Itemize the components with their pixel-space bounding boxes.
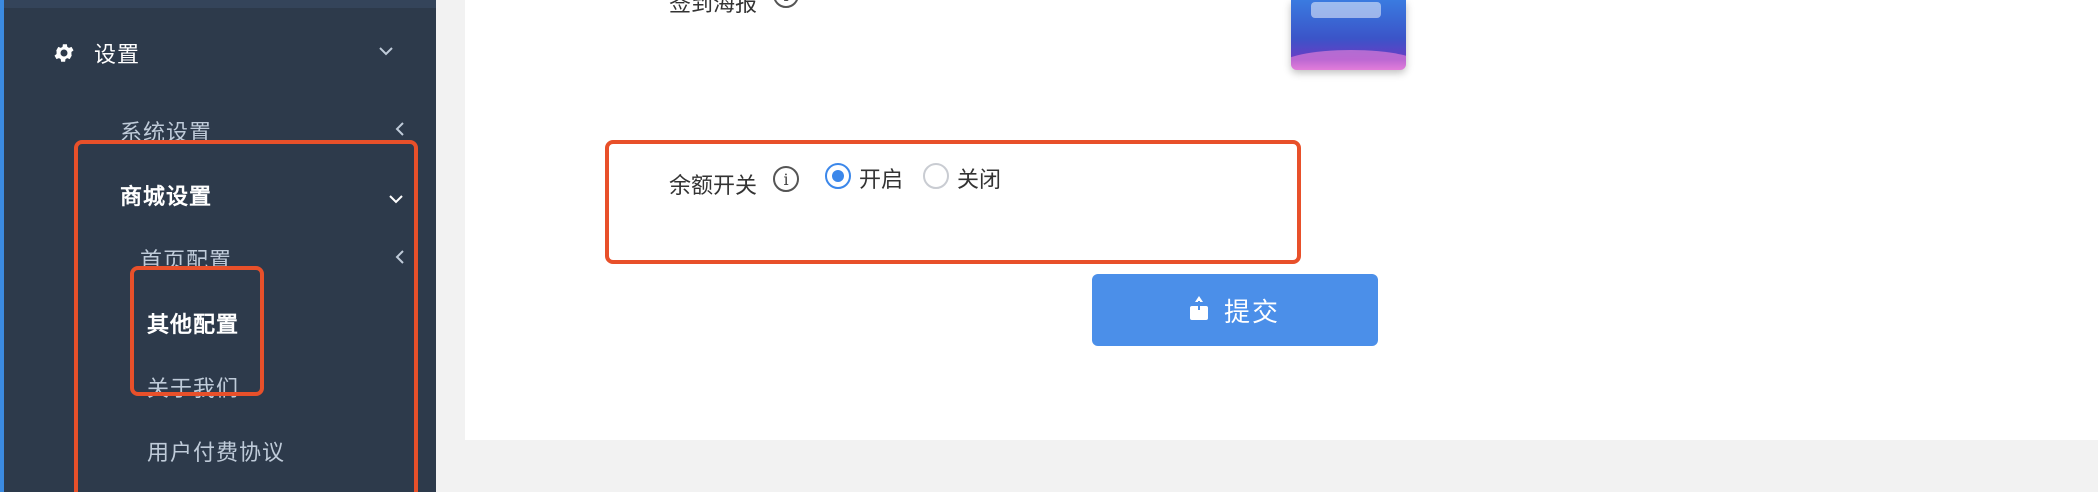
- sidebar-item-settings[interactable]: 设置: [52, 36, 140, 70]
- gear-icon: [52, 41, 76, 65]
- chevron-down-icon: [378, 40, 394, 61]
- sidebar-active-accent: [0, 0, 4, 492]
- sidebar-item-settings-label: 设置: [94, 43, 141, 68]
- submit-button[interactable]: 提交: [1092, 274, 1378, 346]
- poster-label: 签到海报: [669, 0, 758, 17]
- sidebar: 设置 系统设置 商城设置 首页配置 其他配置 关于我们 用户付费协议: [0, 0, 436, 492]
- highlight-box-balance-switch: [605, 140, 1301, 264]
- main-panel: 签到海报 i 余额开关 i 开启 关闭: [465, 0, 2098, 440]
- highlight-box-other-config: [130, 266, 264, 396]
- chevron-left-icon: [395, 121, 405, 142]
- submit-button-label: 提交: [1223, 297, 1280, 328]
- upload-icon: [1189, 296, 1208, 320]
- info-icon[interactable]: i: [773, 0, 799, 8]
- poster-thumbnail[interactable]: [1291, 0, 1406, 70]
- sidebar-top-strip: [4, 0, 436, 8]
